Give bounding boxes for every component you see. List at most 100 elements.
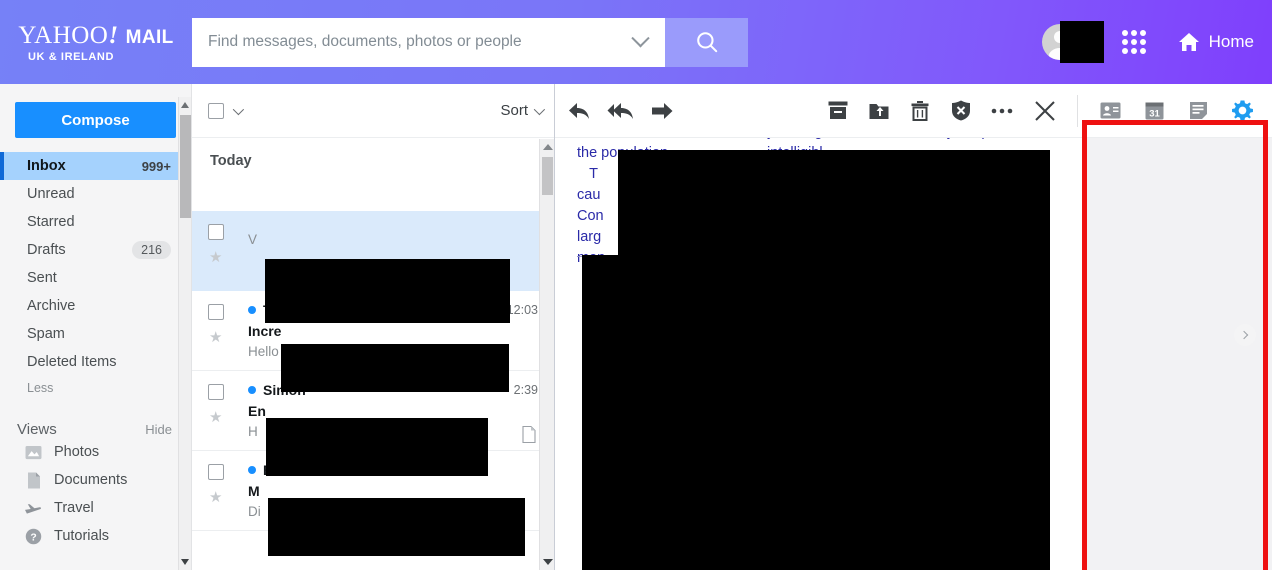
row-checkbox[interactable] <box>208 384 224 400</box>
scroll-up-arrow-icon[interactable] <box>543 144 553 150</box>
calendar-31-icon: 31 <box>1145 102 1163 120</box>
reading-pane-right-controls: 31 <box>1023 89 1272 133</box>
reply-button[interactable] <box>559 89 600 133</box>
message-list-scrollbar[interactable] <box>539 139 554 570</box>
sidebar-item-spam[interactable]: Spam <box>0 320 191 348</box>
unread-dot-icon <box>248 386 256 394</box>
logo-mail-text: MAIL <box>125 26 174 48</box>
sidebar-item-documents[interactable]: Documents <box>0 466 191 494</box>
sort-label: Sort <box>500 102 528 119</box>
yahoo-mail-window: YAHOO! MAIL UK & IRELAND d <box>0 0 1272 570</box>
archive-icon <box>828 101 848 119</box>
sidebar-item-label: Travel <box>54 500 94 516</box>
folder-list: Inbox 999+ Unread Starred Drafts 216 Sen… <box>0 152 191 376</box>
notepad-button[interactable] <box>1176 89 1220 133</box>
contacts-card-icon <box>1100 102 1120 119</box>
svg-text:?: ? <box>30 532 36 543</box>
sidebar-item-label: Deleted Items <box>27 354 117 370</box>
scroll-down-arrow-icon[interactable] <box>543 559 553 565</box>
archive-button[interactable] <box>817 89 858 133</box>
delete-button[interactable] <box>900 89 941 133</box>
forward-button[interactable] <box>641 89 682 133</box>
row-checkbox[interactable] <box>208 224 224 240</box>
message-list-scroll-thumb[interactable] <box>542 157 553 195</box>
expand-pane-button[interactable] <box>1234 324 1256 346</box>
star-icon[interactable]: ★ <box>209 328 238 346</box>
chevron-right-expand-icon <box>1239 330 1249 340</box>
compose-button[interactable]: Compose <box>15 102 176 138</box>
message-preview: V <box>248 232 258 247</box>
sidebar-item-tutorials[interactable]: ? Tutorials <box>0 522 191 550</box>
redaction-message-row-3 <box>266 418 488 476</box>
calendar-button[interactable]: 31 <box>1132 89 1176 133</box>
logo-row: YAHOO! MAIL <box>18 22 173 50</box>
logo-exclamation: ! <box>108 21 119 49</box>
scroll-up-arrow-icon[interactable] <box>181 102 189 108</box>
spam-shield-icon <box>952 100 971 121</box>
redaction-message-row-2 <box>281 344 509 392</box>
attachment-icon <box>522 425 536 448</box>
row-checkbox[interactable] <box>208 464 224 480</box>
views-section-header: Views Hide <box>0 421 191 438</box>
sidebar-item-drafts[interactable]: Drafts 216 <box>0 236 191 264</box>
svg-text:31: 31 <box>1149 109 1160 120</box>
sidebar-scrollbar[interactable] <box>178 97 191 570</box>
search-field[interactable] <box>192 17 665 67</box>
redaction-reading-pane-body <box>582 255 1050 570</box>
row-controls: ★ <box>208 382 238 450</box>
sidebar-item-label: Spam <box>27 326 65 342</box>
star-icon[interactable]: ★ <box>209 408 238 426</box>
sidebar-item-starred[interactable]: Starred <box>0 208 191 236</box>
sidebar-item-photos[interactable]: Photos <box>0 438 191 466</box>
sidebar-less-toggle[interactable]: Less <box>0 381 191 395</box>
message-subject: Incre <box>248 323 282 339</box>
sidebar-item-archive[interactable]: Archive <box>0 292 191 320</box>
search-chevron-down-icon[interactable] <box>631 28 650 47</box>
search-input[interactable] <box>208 17 634 67</box>
more-options-button[interactable] <box>982 89 1023 133</box>
reply-all-icon <box>607 102 634 119</box>
message-subject: M <box>248 483 260 499</box>
search-button[interactable] <box>665 17 748 67</box>
trash-icon <box>911 100 929 121</box>
sidebar-item-label: Inbox <box>27 158 66 174</box>
sidebar-item-unread[interactable]: Unread <box>0 180 191 208</box>
sort-dropdown[interactable]: Sort <box>500 102 546 119</box>
row-checkbox[interactable] <box>208 304 224 320</box>
sidebar-scroll-thumb[interactable] <box>180 115 191 218</box>
contacts-button[interactable] <box>1088 89 1132 133</box>
sidebar-item-label: Unread <box>27 186 75 202</box>
search-icon <box>696 32 717 53</box>
settings-button[interactable] <box>1220 89 1264 133</box>
reply-all-button[interactable] <box>600 89 641 133</box>
notepad-icon <box>1189 102 1207 119</box>
sidebar-item-sent[interactable]: Sent <box>0 264 191 292</box>
logo-yahoo-text: YAHOO! <box>18 21 119 49</box>
sidebar-item-inbox[interactable]: Inbox 999+ <box>0 152 191 180</box>
message-group-label: Today <box>210 153 252 169</box>
unread-dot-icon <box>248 306 256 314</box>
move-to-folder-button[interactable] <box>858 89 899 133</box>
select-all-chevron-down-icon[interactable] <box>232 103 245 115</box>
yahoo-mail-logo[interactable]: YAHOO! MAIL UK & IRELAND <box>0 0 192 84</box>
views-hide-toggle[interactable]: Hide <box>145 422 172 437</box>
spam-button[interactable] <box>941 89 982 133</box>
tutorials-help-icon: ? <box>25 528 42 545</box>
home-link[interactable]: Home <box>1177 30 1254 54</box>
redaction-username <box>1060 21 1104 63</box>
documents-icon <box>25 472 42 489</box>
scroll-down-arrow-icon[interactable] <box>181 559 189 565</box>
message-time: 12:03 <box>506 303 538 317</box>
sidebar-item-travel[interactable]: Travel <box>0 494 191 522</box>
home-icon <box>1178 33 1199 51</box>
more-ellipsis-icon <box>992 108 1013 113</box>
star-icon[interactable]: ★ <box>209 248 238 266</box>
message-list-toolbar: Sort <box>192 84 554 138</box>
sidebar-item-deleted-items[interactable]: Deleted Items <box>0 348 191 376</box>
star-icon[interactable]: ★ <box>209 488 238 506</box>
row-controls: ★ <box>208 222 238 290</box>
forward-icon <box>651 102 673 119</box>
close-message-button[interactable] <box>1023 89 1067 133</box>
select-all-checkbox[interactable] <box>208 102 224 119</box>
apps-grid-icon[interactable] <box>1113 21 1155 63</box>
